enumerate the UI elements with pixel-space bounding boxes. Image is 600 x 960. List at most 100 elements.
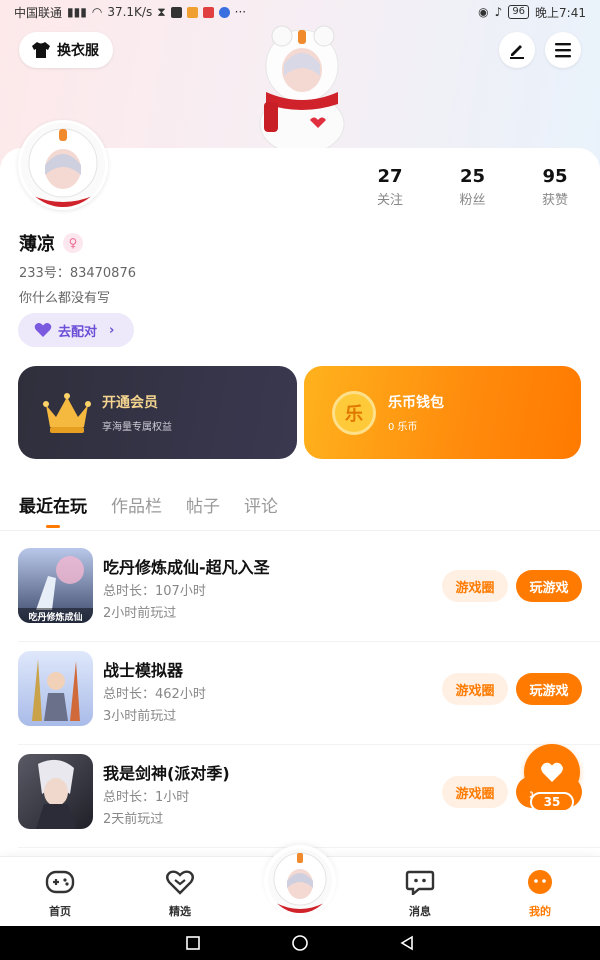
- tabs-divider: [0, 530, 600, 531]
- chat-icon: [405, 870, 435, 897]
- tab-comments[interactable]: 评论: [244, 492, 278, 517]
- user-id: 233号：83470876: [19, 266, 136, 281]
- more-notifications-icon: ···: [234, 5, 247, 19]
- app-notification-icon: [202, 6, 214, 18]
- stat-label: 关注: [376, 193, 403, 208]
- change-outfit-button[interactable]: 换衣服: [19, 32, 113, 68]
- stat-label: 获赞: [541, 193, 568, 208]
- nav-label: 消息: [409, 905, 431, 918]
- game-thumbnail[interactable]: [18, 651, 93, 726]
- vip-title: 开通会员: [102, 395, 158, 411]
- menu-button[interactable]: [545, 32, 581, 68]
- tab-posts[interactable]: 帖子: [186, 492, 220, 517]
- game-playtime: 总时长：107小时: [103, 584, 206, 599]
- hamburger-menu-icon: [555, 43, 571, 58]
- gamepad-icon: [45, 870, 75, 894]
- stat-likes[interactable]: 95 获赞: [525, 166, 585, 208]
- eye-icon: ◉: [478, 5, 489, 19]
- mute-icon: ♪: [494, 5, 503, 19]
- stat-label: 粉丝: [459, 193, 486, 208]
- game-last-played: 3小时前玩过: [103, 709, 177, 724]
- hourglass-icon: ⧗: [157, 4, 166, 19]
- game-cover-title: 吃丹修炼成仙: [28, 613, 83, 623]
- shirt-icon: [32, 42, 50, 58]
- app-notification-icon: [218, 6, 230, 18]
- wifi-icon: ◠: [91, 5, 103, 19]
- system-navigation-bar: [0, 926, 600, 960]
- nav-home[interactable]: 首页: [30, 869, 90, 919]
- game-thumbnail[interactable]: 吃丹修炼成仙: [18, 548, 93, 623]
- game-playtime: 总时长：462小时: [103, 687, 206, 702]
- wallet-card[interactable]: 乐 乐币钱包 0 乐币: [304, 366, 581, 459]
- wallet-title: 乐币钱包: [388, 395, 444, 411]
- game-title: 吃丹修炼成仙-超凡入圣: [103, 558, 270, 577]
- back-icon[interactable]: [399, 935, 415, 951]
- game-last-played: 2天前玩过: [103, 812, 164, 827]
- nav-label: 精选: [169, 905, 191, 918]
- game-last-played: 2小时前玩过: [103, 606, 177, 621]
- stat-number: 95: [542, 166, 568, 187]
- heart-icon: [34, 323, 52, 337]
- game-list-item[interactable]: 我是剑神(派对季) 总时长：1小时 2天前玩过 游戏圈 玩游戏: [0, 744, 600, 848]
- profile-stats: 27 关注 25 粉丝 95 获赞: [360, 166, 585, 208]
- pen-icon: [510, 45, 524, 59]
- profile-face-icon: [528, 870, 552, 894]
- game-thumbnail[interactable]: [18, 754, 93, 829]
- chevron-right-icon: ›: [109, 322, 115, 338]
- profile-tabs: 最近在玩 作品栏 帖子 评论: [19, 492, 278, 517]
- app-notification-icon: [170, 6, 182, 18]
- username: 薄凉: [19, 234, 55, 255]
- battery-indicator: 96: [508, 5, 530, 19]
- nav-label: 我的: [529, 905, 551, 918]
- game-circle-button[interactable]: 游戏圈: [442, 776, 508, 808]
- nav-me[interactable]: 我的: [510, 869, 570, 919]
- stat-number: 25: [459, 166, 486, 187]
- user-bio: 你什么都没有写: [19, 291, 111, 306]
- tab-recently-played[interactable]: 最近在玩: [19, 492, 87, 517]
- status-bar: 中国联通 ▮▮▮ ◠ 37.1K/s ⧗ ··· ◉ ♪ 96 晚上7:41: [0, 0, 600, 24]
- play-game-button[interactable]: 玩游戏: [516, 570, 582, 602]
- active-tab-indicator: [46, 525, 60, 528]
- like-count-badge: 35: [530, 792, 574, 812]
- coin-icon: 乐: [332, 390, 376, 435]
- bottom-navigation: 首页 精选 消息 我的: [0, 845, 600, 926]
- game-circle-button[interactable]: 游戏圈: [442, 570, 508, 602]
- game-list-item[interactable]: 战士模拟器 总时长：462小时 3小时前玩过 游戏圈 玩游戏: [0, 641, 600, 745]
- recent-apps-icon[interactable]: [185, 935, 201, 951]
- heart-icon: [541, 762, 563, 782]
- carrier-label: 中国联通: [14, 5, 63, 20]
- game-playtime: 总时长：1小时: [103, 790, 190, 805]
- nav-avatar-image: [268, 849, 332, 913]
- signal-icon: ▮▮▮: [67, 5, 87, 19]
- change-outfit-label: 换衣服: [57, 43, 99, 59]
- home-icon[interactable]: [291, 934, 309, 952]
- game-cover-image: [18, 754, 93, 829]
- match-button[interactable]: 去配对 ›: [18, 313, 134, 347]
- nav-label: 首页: [49, 905, 71, 918]
- name-row: 薄凉 ♀: [19, 230, 83, 256]
- edit-profile-button[interactable]: [499, 32, 535, 68]
- coin-glyph: 乐: [345, 403, 363, 425]
- tab-works[interactable]: 作品栏: [111, 492, 162, 517]
- nav-avatar-center[interactable]: [264, 845, 336, 917]
- game-list-item[interactable]: 吃丹修炼成仙 吃丹修炼成仙-超凡入圣 总时长：107小时 2小时前玩过 游戏圈 …: [0, 538, 600, 642]
- game-title: 我是剑神(派对季): [103, 764, 230, 783]
- play-game-button[interactable]: 玩游戏: [516, 673, 582, 705]
- female-gender-icon: ♀: [63, 233, 83, 253]
- net-speed: 37.1K/s: [107, 5, 153, 19]
- game-title: 战士模拟器: [103, 661, 184, 680]
- stat-followers[interactable]: 25 粉丝: [443, 166, 503, 208]
- heart-outline-icon: [166, 870, 194, 895]
- clock: 晚上7:41: [535, 5, 586, 20]
- avatar-image: [21, 123, 105, 207]
- crown-icon: [43, 392, 91, 433]
- vip-membership-card[interactable]: 开通会员 享海量专属权益: [18, 366, 297, 459]
- game-circle-button[interactable]: 游戏圈: [442, 673, 508, 705]
- nav-avatar: [268, 849, 332, 913]
- match-label: 去配对: [58, 324, 98, 340]
- avatar[interactable]: [18, 120, 108, 210]
- stat-following[interactable]: 27 关注: [360, 166, 420, 208]
- nav-messages[interactable]: 消息: [390, 869, 450, 919]
- stat-number: 27: [377, 166, 403, 187]
- nav-featured[interactable]: 精选: [150, 869, 210, 919]
